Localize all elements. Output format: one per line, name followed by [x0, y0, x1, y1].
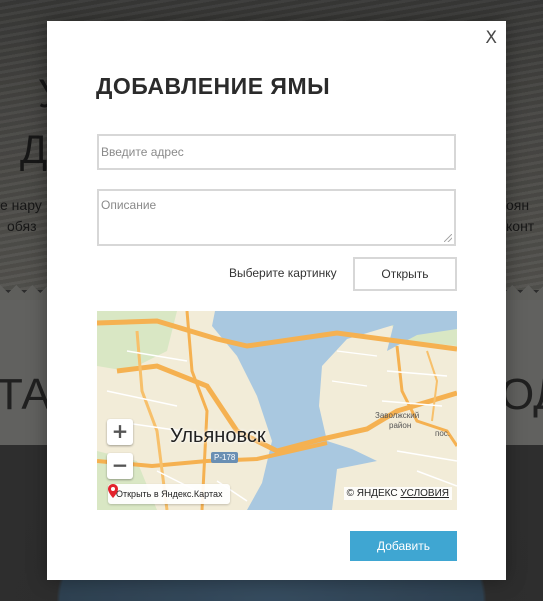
close-button[interactable]: X — [485, 28, 497, 48]
resize-grip-icon[interactable] — [444, 234, 452, 242]
map-widget[interactable]: + − Ульяновск Р-178 Заволжский район пос… — [97, 311, 457, 510]
zoom-in-button[interactable]: + — [107, 419, 133, 445]
map-pin-icon — [108, 484, 118, 498]
copyright-text: © ЯНДЕКС — [346, 488, 398, 499]
open-in-yandex-maps-link[interactable]: Открыть в Яндекс.Картах — [108, 484, 231, 504]
map-city-label: Ульяновск — [170, 425, 266, 447]
zoom-out-button[interactable]: − — [107, 453, 133, 479]
open-in-yandex-label: Открыть в Яндекс.Картах — [116, 489, 223, 499]
open-file-button[interactable]: Открыть — [353, 257, 457, 291]
address-input[interactable] — [97, 134, 456, 170]
map-copyright: © ЯНДЕКС УСЛОВИЯ — [343, 487, 452, 500]
add-pothole-dialog: X ДОБАВЛЕНИЕ ЯМЫ Выберите картинку Откры… — [47, 21, 506, 580]
map-district-label: Заволжский — [375, 411, 420, 420]
add-button[interactable]: Добавить — [350, 531, 457, 561]
map-place-label: пос. — [435, 429, 451, 438]
description-textarea[interactable] — [97, 189, 456, 246]
pick-image-label: Выберите картинку — [229, 266, 337, 280]
dialog-title: ДОБАВЛЕНИЕ ЯМЫ — [96, 73, 331, 99]
terms-link[interactable]: УСЛОВИЯ — [400, 488, 449, 499]
map-road-label: Р-178 — [211, 452, 239, 463]
map-district-label: район — [389, 421, 412, 430]
